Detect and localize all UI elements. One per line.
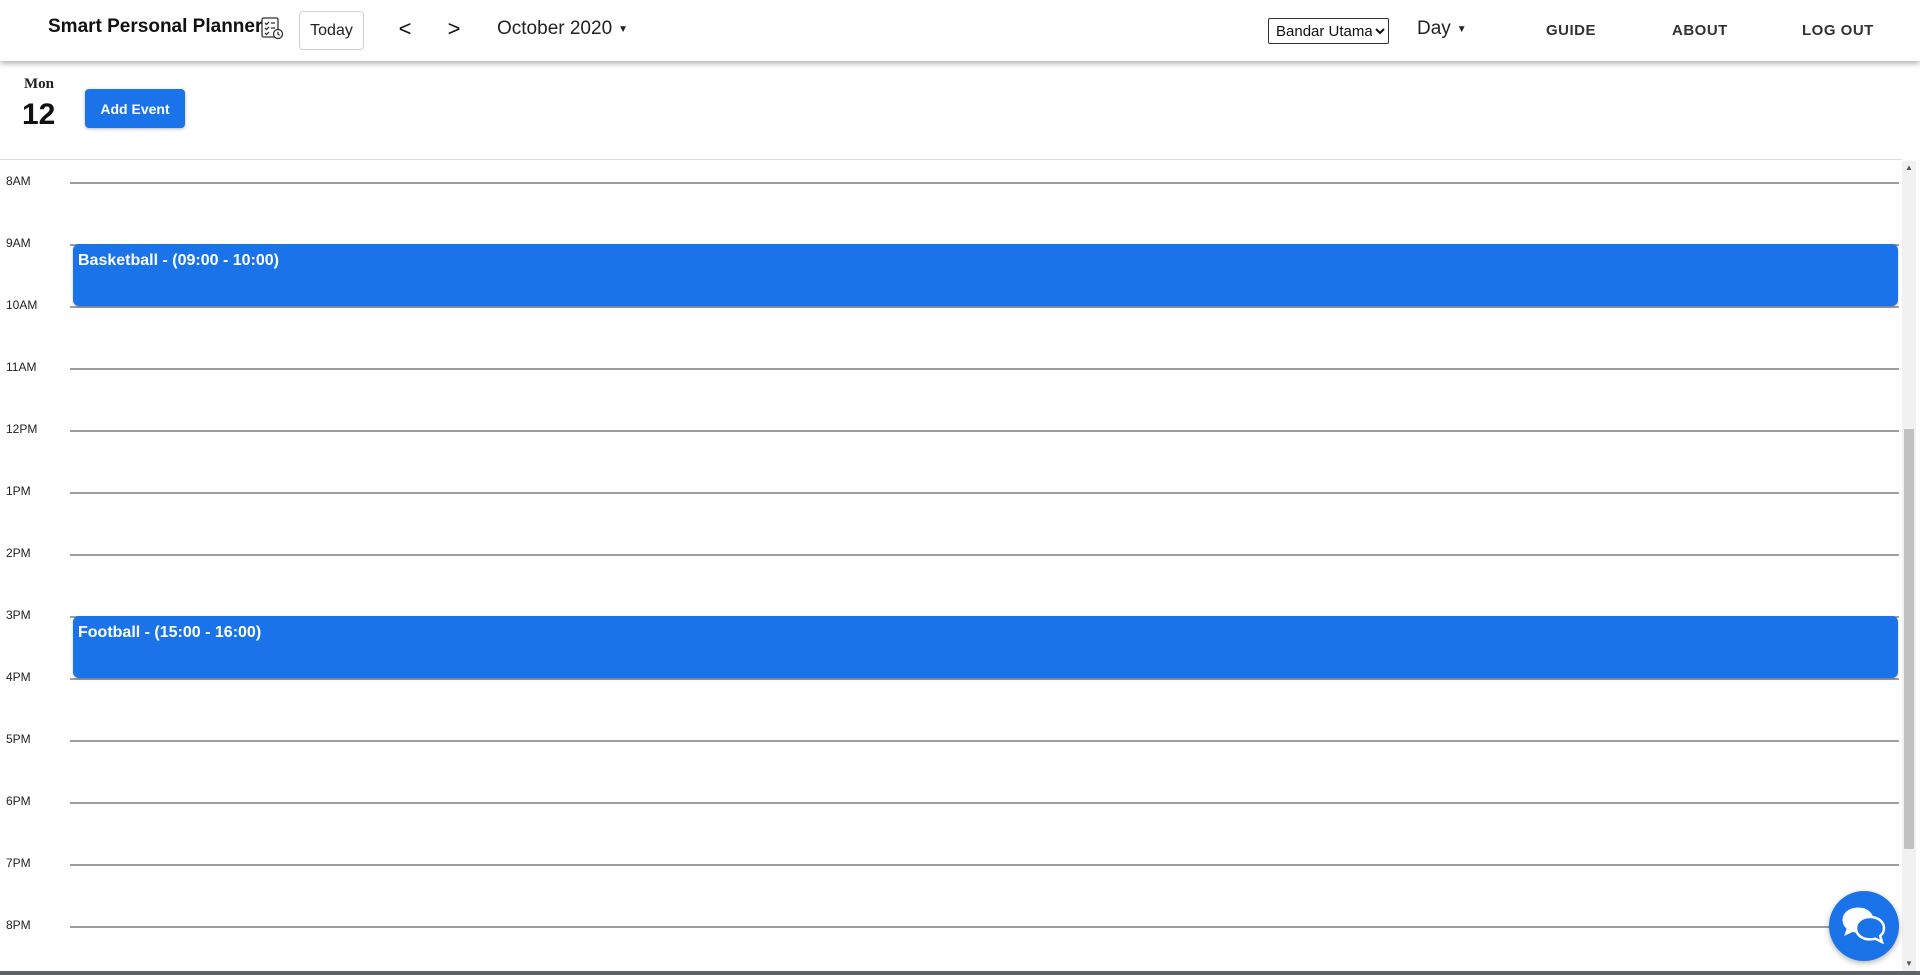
- time-slot[interactable]: 6PM: [0, 794, 1902, 864]
- day-time-grid[interactable]: 8AM 9AM 10AM 11AM 12PM 1PM 2PM 3PM 4PM 5…: [0, 160, 1902, 972]
- time-label: 5PM: [6, 732, 31, 746]
- day-number[interactable]: 12: [22, 98, 55, 132]
- location-select[interactable]: Bandar Utama: [1268, 18, 1389, 44]
- weekday-label: Mon: [24, 76, 54, 92]
- logout-link[interactable]: LOG OUT: [1802, 22, 1874, 39]
- hour-line: [70, 492, 1899, 494]
- hour-line: [70, 430, 1899, 432]
- vertical-scrollbar[interactable]: ▲ ▼: [1902, 161, 1916, 971]
- previous-day-button[interactable]: <: [394, 16, 416, 42]
- caret-down-icon: ▼: [618, 23, 629, 35]
- next-day-button[interactable]: >: [443, 16, 465, 42]
- caret-down-icon: ▼: [1456, 23, 1467, 35]
- hour-line: [70, 926, 1899, 928]
- time-label: 2PM: [6, 546, 31, 560]
- time-label: 12PM: [6, 422, 38, 436]
- time-label: 1PM: [6, 484, 31, 498]
- chat-bubbles-icon: [1840, 904, 1888, 949]
- window-bottom-border: [0, 971, 1920, 975]
- time-label: 8PM: [6, 918, 31, 932]
- app-title[interactable]: Smart Personal Planner: [48, 16, 262, 38]
- time-slot[interactable]: 10AM: [0, 298, 1902, 368]
- time-slot[interactable]: 12PM: [0, 422, 1902, 492]
- hour-line: [70, 554, 1899, 556]
- time-slot[interactable]: 2PM: [0, 546, 1902, 616]
- time-label: 8AM: [6, 174, 31, 188]
- month-selector[interactable]: October 2020 ▼: [497, 18, 628, 40]
- scroll-up-arrow-icon[interactable]: ▲: [1902, 161, 1916, 175]
- hour-line: [70, 306, 1899, 308]
- about-link[interactable]: ABOUT: [1672, 22, 1728, 39]
- hour-line: [70, 864, 1899, 866]
- time-slot[interactable]: 7PM: [0, 856, 1902, 926]
- time-label: 10AM: [6, 298, 38, 312]
- time-label: 9AM: [6, 236, 31, 250]
- view-label: Day: [1417, 18, 1451, 39]
- add-event-button[interactable]: Add Event: [85, 89, 185, 128]
- event-basketball[interactable]: Basketball - (09:00 - 10:00): [73, 244, 1898, 306]
- planner-checklist-icon: [260, 16, 284, 40]
- time-slot[interactable]: 4PM: [0, 670, 1902, 740]
- time-slot[interactable]: 8PM: [0, 918, 1902, 972]
- time-slot[interactable]: 8AM: [0, 174, 1902, 244]
- hour-line: [70, 740, 1899, 742]
- month-label: October 2020: [497, 18, 613, 39]
- time-slot[interactable]: 5PM: [0, 732, 1902, 802]
- time-label: 3PM: [6, 608, 31, 622]
- hour-line: [70, 802, 1899, 804]
- today-button[interactable]: Today: [299, 11, 364, 50]
- hour-line: [70, 678, 1899, 680]
- event-football[interactable]: Football - (15:00 - 16:00): [73, 616, 1898, 678]
- time-label: 6PM: [6, 794, 31, 808]
- time-slot[interactable]: 11AM: [0, 360, 1902, 430]
- time-label: 7PM: [6, 856, 31, 870]
- guide-link[interactable]: GUIDE: [1546, 22, 1596, 39]
- time-slot[interactable]: 1PM: [0, 484, 1902, 554]
- chat-button[interactable]: [1829, 891, 1899, 961]
- scroll-down-arrow-icon[interactable]: ▼: [1902, 957, 1916, 971]
- top-navbar: Smart Personal Planner Today < > October…: [0, 0, 1920, 61]
- time-label: 11AM: [6, 360, 37, 374]
- hour-line: [70, 368, 1899, 370]
- scrollbar-thumb[interactable]: [1904, 429, 1914, 849]
- time-label: 4PM: [6, 670, 31, 684]
- view-selector[interactable]: Day ▼: [1417, 18, 1467, 40]
- hour-line: [70, 182, 1899, 184]
